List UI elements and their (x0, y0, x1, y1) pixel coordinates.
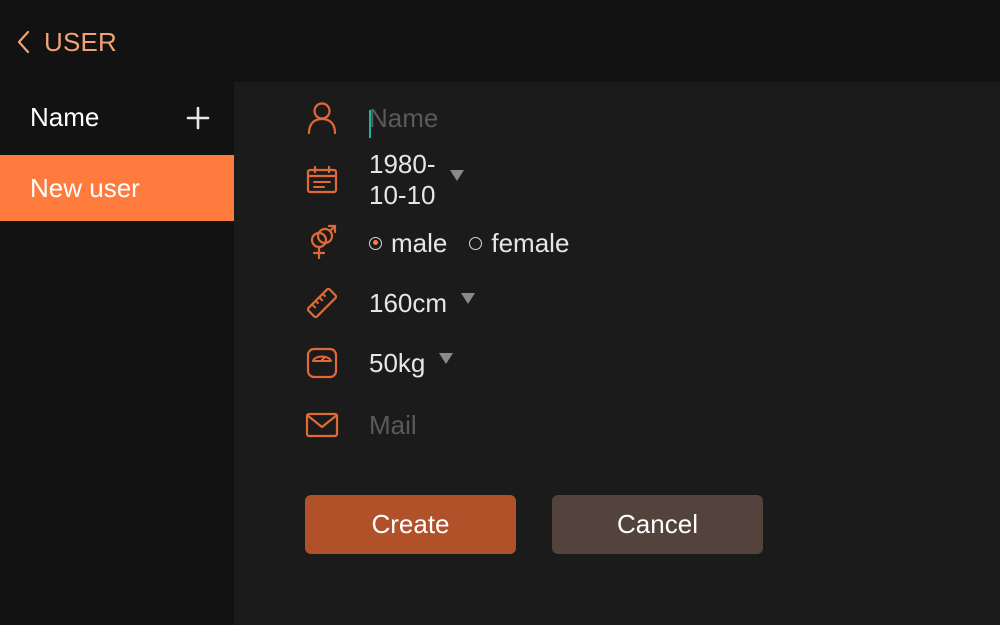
mail-icon (304, 407, 340, 443)
user-form: 1980-10-10 male female (234, 82, 1000, 625)
top-bar: USER (0, 0, 1000, 82)
birthday-dropdown[interactable]: 1980-10-10 (369, 149, 464, 210)
gender-option-female[interactable]: female (469, 228, 569, 259)
sidebar-item-label: New user (30, 173, 140, 203)
create-button[interactable]: Create (305, 495, 516, 554)
radio-checked-icon (369, 236, 382, 250)
weight-value: 50kg (369, 347, 426, 378)
radio-unchecked-icon (469, 236, 483, 250)
weight-row: 50kg (304, 343, 454, 383)
name-input[interactable] (369, 102, 669, 134)
radio-label: male (391, 227, 448, 258)
birthday-row: 1980-10-10 (304, 149, 464, 210)
person-icon (304, 100, 340, 136)
back-button[interactable]: USER (16, 24, 117, 60)
sidebar-item-new-user[interactable]: New user (0, 155, 234, 221)
mail-input[interactable] (369, 409, 669, 441)
calendar-icon (304, 162, 340, 198)
gender-row: male female (304, 223, 569, 263)
gender-icon (304, 224, 340, 261)
text-cursor (369, 109, 371, 138)
birthday-value: 1980-10-10 (369, 149, 436, 210)
weight-dropdown[interactable]: 50kg (369, 343, 454, 383)
radio-label: female (491, 227, 570, 258)
mail-row (304, 405, 669, 445)
dropdown-arrow-icon (449, 169, 464, 181)
plus-icon (186, 106, 210, 130)
height-row: 160cm (304, 283, 476, 323)
height-value: 160cm (369, 287, 448, 318)
name-row (304, 98, 669, 138)
sidebar-header: Name (0, 82, 234, 154)
cancel-button[interactable]: Cancel (552, 495, 763, 554)
height-dropdown[interactable]: 160cm (369, 283, 476, 323)
scale-icon (304, 345, 340, 381)
chevron-left-icon (16, 30, 30, 54)
gender-option-male[interactable]: male (369, 228, 447, 259)
sidebar-title: Name (30, 102, 100, 132)
dropdown-arrow-icon (461, 292, 476, 304)
dropdown-arrow-icon (439, 352, 454, 364)
sidebar: Name New user (0, 82, 234, 625)
ruler-icon (304, 285, 340, 321)
gender-radio-group: male female (369, 223, 591, 263)
add-user-button[interactable] (184, 104, 212, 132)
page-title: USER (44, 26, 118, 57)
